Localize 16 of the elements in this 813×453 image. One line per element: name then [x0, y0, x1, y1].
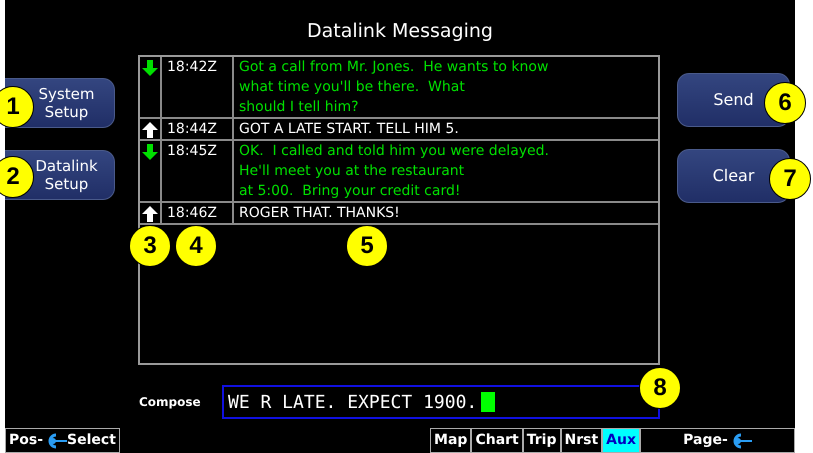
message-text: ROGER THAT. THANKS!: [238, 204, 401, 223]
callout-tooltip: 5: [346, 225, 388, 267]
message-text: GOT A LATE START. TELL HIM 5.: [238, 120, 460, 139]
callout-tooltip: 6: [764, 82, 806, 124]
message-text: OK. I called and told him you were delayed. He'll meet you at the restaurant at 5:00. Bring your credit card!: [238, 142, 550, 201]
message-time: 18:42Z: [162, 57, 234, 117]
message-text: Got a call from Mr. Jones. He wants to know what time you'll be there. What should I tell him?: [238, 58, 550, 117]
screen-title: Datalink Messaging: [306, 19, 494, 44]
message-time: 18:46Z: [162, 203, 234, 223]
callout-tooltip: 7: [769, 158, 811, 200]
callout-tooltip: 4: [175, 225, 217, 267]
compose-label: Compose: [139, 394, 202, 411]
message-time: 18:44Z: [162, 119, 234, 139]
callout-tooltip: 8: [639, 367, 681, 409]
callout-tooltip: 3: [129, 225, 171, 267]
message-time: 18:45Z: [162, 141, 234, 201]
